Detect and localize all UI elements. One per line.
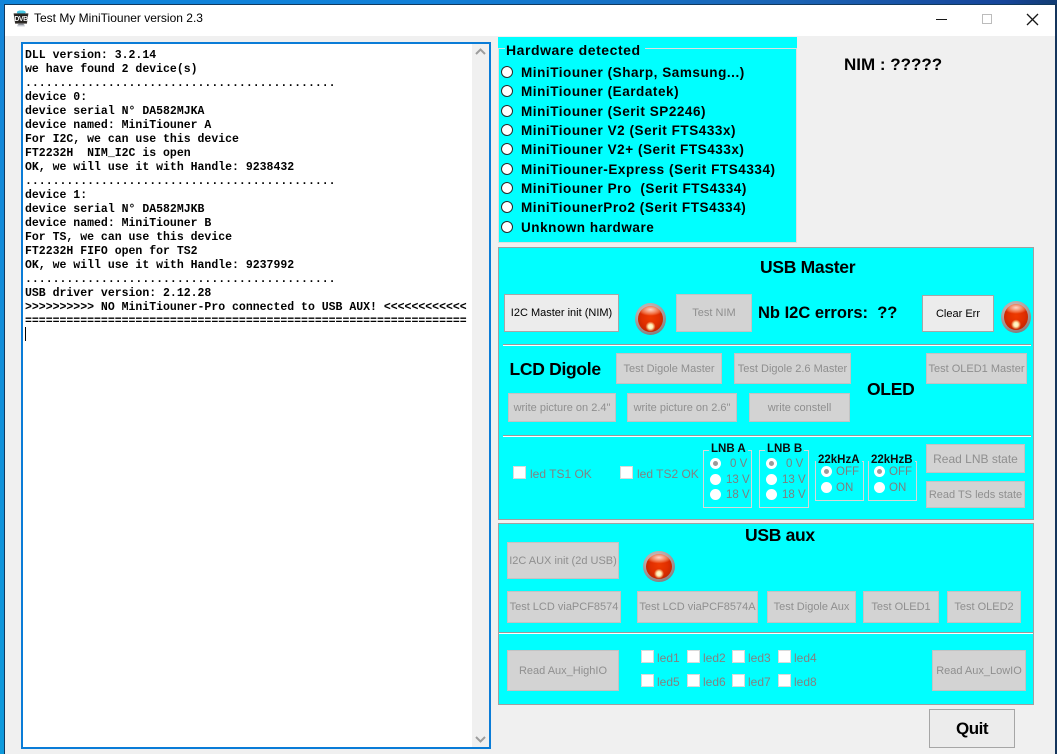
svg-text:DVB: DVB bbox=[14, 16, 28, 23]
